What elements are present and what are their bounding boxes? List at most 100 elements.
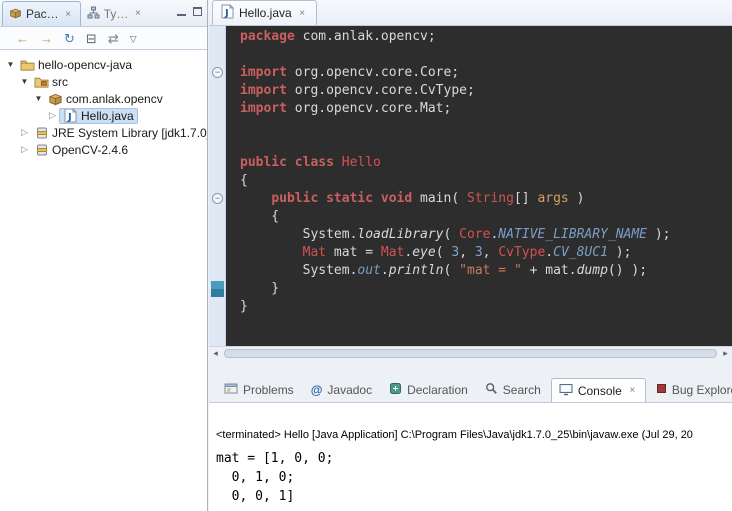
tree-item-src[interactable]: ▼ src <box>0 73 207 90</box>
tab-console[interactable]: Console <box>551 378 646 403</box>
console-output-line: 0, 1, 0; <box>216 468 732 487</box>
tab-label: Bug Explorer <box>672 383 732 397</box>
tree-item-content[interactable]: hello-opencv-java <box>17 57 135 73</box>
tree-item-content[interactable]: JRE System Library [jdk1.7.0_25] <box>31 125 207 141</box>
bottom-panel: Problems @ Javadoc Declaration Search Console… <box>209 377 732 511</box>
occurrence-marker[interactable] <box>211 281 224 297</box>
code-line: import org.opencv.core.Mat; <box>240 100 732 118</box>
editor-tab-label: Hello.java <box>239 6 292 20</box>
type-hierarchy-icon <box>87 6 100 22</box>
code-line: } <box>240 280 732 298</box>
tree-item-content[interactable]: src <box>31 74 71 90</box>
view-menu-icon[interactable] <box>130 31 137 46</box>
tab-package-explorer[interactable]: Pac… <box>2 1 81 26</box>
code-line <box>240 118 732 136</box>
tab-javadoc[interactable]: @ Javadoc <box>304 378 379 402</box>
horizontal-scrollbar[interactable] <box>209 346 732 359</box>
java-file-icon: J <box>221 4 234 22</box>
collapsed-arrow-icon[interactable]: ▷ <box>18 127 31 138</box>
search-icon <box>485 382 498 398</box>
code-area[interactable]: package com.anlak.opencv;import org.open… <box>226 26 732 346</box>
tab-label: Javadoc <box>327 383 372 397</box>
fold-collapse-icon[interactable]: − <box>212 67 223 78</box>
svg-text:J: J <box>224 8 229 19</box>
library-icon <box>34 126 49 140</box>
project-icon <box>20 58 35 72</box>
tree-item-hello.java[interactable]: ▷ J Hello.java <box>0 107 207 124</box>
tab-label: Pac… <box>26 7 59 21</box>
editor-area: J Hello.java − − package com.anlak.opencv… <box>209 0 732 359</box>
tree-item-label: hello-opencv-java <box>38 58 132 72</box>
scrollbar-thumb[interactable] <box>224 349 717 358</box>
close-icon[interactable] <box>627 385 638 396</box>
code-line: System.out.println( "mat = " + mat.dump(… <box>240 262 732 280</box>
collapse-all-icon[interactable] <box>86 32 97 45</box>
tree-item-opencv-2.4.6[interactable]: ▷OpenCV-2.4.6 <box>0 141 207 158</box>
package-icon <box>48 92 63 106</box>
maximize-icon[interactable] <box>193 7 202 16</box>
tab-problems[interactable]: Problems <box>217 378 301 402</box>
svg-text:J: J <box>67 112 72 123</box>
code-line: } <box>240 298 732 316</box>
source-folder-icon <box>34 75 49 89</box>
tab-search[interactable]: Search <box>478 378 548 402</box>
java-file-icon: J <box>63 108 78 123</box>
link-with-editor-icon[interactable] <box>108 32 119 45</box>
tree-item-content[interactable]: com.anlak.opencv <box>45 91 166 107</box>
close-icon[interactable] <box>132 8 143 19</box>
console-process-info: <terminated> Hello [Java Application] C:… <box>216 429 732 441</box>
tree-item-content[interactable]: J Hello.java <box>59 108 138 124</box>
declaration-icon <box>389 382 402 398</box>
code-line: Mat mat = Mat.eye( 3, 3, CvType.CV_8UC1 … <box>240 244 732 262</box>
view-window-buttons <box>177 7 202 16</box>
tree-item-label: JRE System Library [jdk1.7.0_25] <box>52 126 207 140</box>
tree-item-label: com.anlak.opencv <box>66 92 163 106</box>
minimize-icon[interactable] <box>177 8 186 16</box>
expanded-arrow-icon[interactable]: ▼ <box>32 94 45 103</box>
tab-label: Search <box>503 383 541 397</box>
console-icon <box>559 383 573 399</box>
code-line: { <box>240 208 732 226</box>
code-line: import org.opencv.core.CvType; <box>240 82 732 100</box>
package-explorer-tabbar: Pac… Ty… <box>0 0 207 27</box>
package-explorer-icon <box>9 7 22 22</box>
editor-tabbar: J Hello.java <box>209 0 732 26</box>
close-icon[interactable] <box>63 9 74 20</box>
tree-item-content[interactable]: OpenCV-2.4.6 <box>31 142 131 158</box>
tree-item-label: Hello.java <box>81 109 134 123</box>
tree-item-hello-opencv-java[interactable]: ▼ hello-opencv-java <box>0 56 207 73</box>
console-output[interactable]: mat = [1, 0, 0; 0, 1, 0; 0, 0, 1] <box>216 449 732 506</box>
expanded-arrow-icon[interactable]: ▼ <box>18 77 31 86</box>
collapsed-arrow-icon[interactable]: ▷ <box>46 110 59 121</box>
javadoc-icon: @ <box>311 383 323 397</box>
scroll-right-icon[interactable] <box>719 348 732 359</box>
tab-label: Ty… <box>104 7 129 21</box>
close-icon[interactable] <box>297 8 308 19</box>
tab-label: Problems <box>243 383 294 397</box>
console-output-line: mat = [1, 0, 0; <box>216 449 732 468</box>
code-line: import org.opencv.core.Core; <box>240 64 732 82</box>
code-line: public static void main( String[] args ) <box>240 190 732 208</box>
tree-item-label: src <box>52 75 68 89</box>
bottom-tabbar: Problems @ Javadoc Declaration Search Console… <box>209 377 732 403</box>
back-icon[interactable] <box>16 32 29 45</box>
tree-item-com.anlak.opencv[interactable]: ▼ com.anlak.opencv <box>0 90 207 107</box>
tab-bug-explorer[interactable]: Bug Explorer <box>649 378 732 402</box>
tab-hello-java[interactable]: J Hello.java <box>212 0 317 25</box>
collapsed-arrow-icon[interactable]: ▷ <box>18 144 31 155</box>
tab-label: Console <box>578 384 622 398</box>
console-output-line: 0, 0, 1] <box>216 487 732 506</box>
code-line: System.loadLibrary( Core.NATIVE_LIBRARY_… <box>240 226 732 244</box>
bug-icon <box>656 383 667 397</box>
tree-item-jre[interactable]: ▷ JRE System Library [jdk1.7.0_25] <box>0 124 207 141</box>
fold-collapse-icon[interactable]: − <box>212 193 223 204</box>
code-line <box>240 136 732 154</box>
focus-icon[interactable] <box>64 32 75 45</box>
scroll-left-icon[interactable] <box>209 348 222 359</box>
editor-body: − − package com.anlak.opencv;import org.o… <box>209 26 732 346</box>
tab-type-hierarchy[interactable]: Ty… <box>81 1 150 26</box>
forward-icon[interactable] <box>40 32 53 45</box>
tab-declaration[interactable]: Declaration <box>382 378 475 402</box>
expanded-arrow-icon[interactable]: ▼ <box>4 60 17 69</box>
project-tree: ▼hello-opencv-java▼src▼com.anlak.opencv▷… <box>0 50 207 158</box>
